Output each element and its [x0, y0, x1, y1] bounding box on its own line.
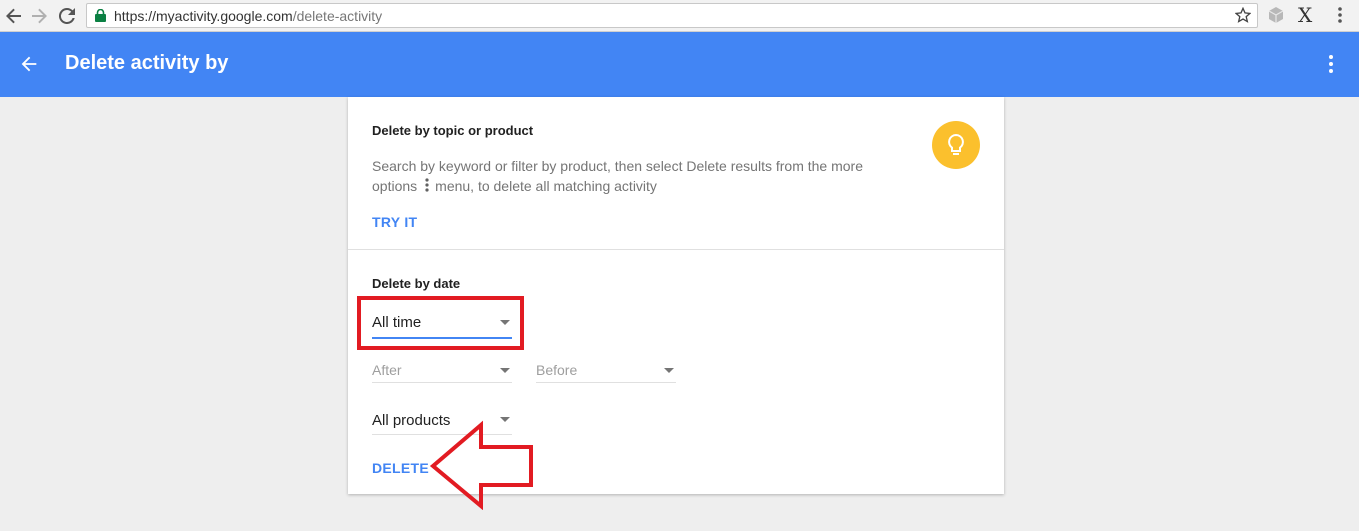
dropdown-arrow-icon: [664, 368, 674, 373]
browser-back-icon[interactable]: [2, 4, 26, 28]
date-section-title: Delete by date: [372, 276, 461, 291]
more-options-inline-icon: [425, 177, 429, 197]
extension-x-icon[interactable]: X: [1298, 3, 1312, 27]
annotation-highlight-box: [357, 296, 524, 350]
after-date-select[interactable]: After: [372, 359, 512, 383]
browser-forward-icon[interactable]: [27, 4, 51, 28]
url-text: https://myactivity.google.com/delete-act…: [114, 8, 383, 24]
delete-button[interactable]: DELETE: [372, 460, 429, 476]
before-placeholder: Before: [536, 362, 578, 378]
topic-section-title: Delete by topic or product: [372, 123, 534, 138]
browser-menu-icon[interactable]: [1330, 5, 1350, 30]
bookmark-star-icon[interactable]: [1234, 6, 1252, 28]
more-options-icon[interactable]: [1321, 53, 1341, 80]
try-it-button[interactable]: TRY IT: [372, 214, 417, 230]
app-bar: Delete activity by: [0, 32, 1359, 97]
section-divider: [348, 249, 1004, 250]
back-arrow-icon[interactable]: [18, 53, 40, 80]
lightbulb-icon: [932, 121, 980, 169]
after-placeholder: After: [372, 362, 402, 378]
page-title: Delete activity by: [65, 52, 229, 74]
topic-section-description: Search by keyword or filter by product, …: [372, 156, 872, 197]
address-bar[interactable]: https://myactivity.google.com/delete-act…: [86, 3, 1258, 28]
select-underline: [536, 382, 676, 383]
browser-toolbar: https://myactivity.google.com/delete-act…: [0, 0, 1359, 32]
lock-icon: [95, 8, 106, 27]
annotation-arrow-icon: [429, 420, 533, 510]
dropdown-arrow-icon: [500, 368, 510, 373]
browser-reload-icon[interactable]: [55, 4, 79, 28]
before-date-select[interactable]: Before: [536, 359, 676, 383]
extension-cube-icon[interactable]: [1266, 5, 1286, 30]
select-underline: [372, 382, 512, 383]
